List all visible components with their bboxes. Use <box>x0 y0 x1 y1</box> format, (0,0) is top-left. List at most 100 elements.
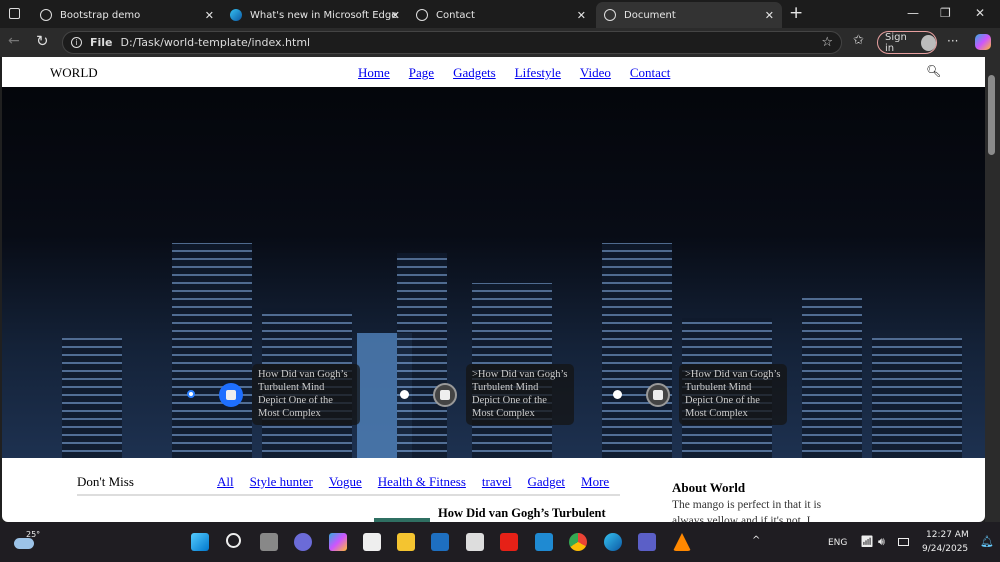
store-icon[interactable] <box>363 533 381 551</box>
category-all[interactable]: All <box>217 474 234 490</box>
minimize-button[interactable]: — <box>907 6 919 20</box>
restore-button[interactable]: ❐ <box>940 6 951 20</box>
building <box>62 338 122 458</box>
building <box>172 243 252 458</box>
article-title[interactable]: How Did van Gogh’s Turbulent <box>438 506 606 521</box>
taskbar: 25° ^ ENG 📶︎ 🔊︎ 12:27 AM 9/24/2025 🔔︎ <box>0 522 1000 562</box>
clock-time[interactable]: 12:27 AM <box>926 530 969 540</box>
more-icon[interactable]: ··· <box>947 34 958 48</box>
avatar <box>921 34 936 51</box>
scrollbar[interactable] <box>985 57 1000 522</box>
teams-icon[interactable] <box>638 533 656 551</box>
nav-contact[interactable]: Contact <box>630 65 670 81</box>
building <box>872 338 962 458</box>
wifi-icon[interactable]: 📶︎ <box>860 535 874 548</box>
slide-caption[interactable]: How Did van Gogh’s Turbulent Mind Depict… <box>252 364 360 425</box>
sign-in-label: Sign in <box>885 31 907 54</box>
tab-title: What's new in Microsoft Edge <box>250 9 398 21</box>
slide-caption[interactable]: >How Did van Gogh’s Turbulent Mind Depic… <box>679 364 787 425</box>
url-field[interactable]: i File D:/Task/world-template/index.html… <box>62 31 842 54</box>
file-explorer-icon[interactable] <box>397 533 415 551</box>
search-icon[interactable]: 🔍︎ <box>926 64 941 79</box>
task-view-icon[interactable] <box>260 533 278 551</box>
tab-actions-icon[interactable] <box>9 8 20 19</box>
new-tab-button[interactable]: + <box>789 3 803 23</box>
tab-title: Contact <box>436 9 475 21</box>
globe-icon <box>40 9 52 21</box>
slide-thumb-button[interactable] <box>219 383 243 407</box>
notification-bell-icon[interactable]: 🔔︎ <box>980 535 994 548</box>
close-icon[interactable]: ✕ <box>765 9 774 22</box>
tab-whats-new-edge[interactable]: What's new in Microsoft Edge ✕ <box>222 2 408 28</box>
nav-links: Home Page Gadgets Lifestyle Video Contac… <box>358 65 670 81</box>
tab-title: Document <box>624 9 676 21</box>
refresh-icon[interactable]: ↻ <box>36 32 49 50</box>
show-hidden-icons[interactable]: ^ <box>752 535 760 546</box>
teams-chat-icon[interactable] <box>294 533 312 551</box>
building <box>602 243 672 458</box>
favorites-icon[interactable]: ✩ <box>853 33 864 48</box>
app-icon[interactable] <box>431 533 449 551</box>
globe-icon <box>604 9 616 21</box>
site-navbar: WORLD Home Page Gadgets Lifestyle Video … <box>2 57 985 87</box>
language-indicator[interactable]: ENG <box>828 538 847 548</box>
snipping-tool-icon[interactable] <box>466 533 484 551</box>
category-travel[interactable]: travel <box>482 474 512 490</box>
category-vogue[interactable]: Vogue <box>329 474 362 490</box>
building <box>802 298 862 458</box>
close-window-button[interactable]: ✕ <box>975 6 985 20</box>
hero-slider: How Did van Gogh’s Turbulent Mind Depict… <box>2 87 985 458</box>
about-text: The mango is perfect in that it is alway… <box>672 499 822 522</box>
slide-indicator[interactable] <box>613 390 622 399</box>
tab-bootstrap-demo[interactable]: Bootstrap demo ✕ <box>32 2 222 28</box>
nav-page[interactable]: Page <box>409 65 434 81</box>
battery-icon[interactable] <box>898 538 909 546</box>
tab-document[interactable]: Document ✕ <box>596 2 782 28</box>
square-icon <box>226 390 236 400</box>
youtube-icon[interactable] <box>500 533 518 551</box>
back-icon[interactable]: ← <box>8 33 20 49</box>
category-gadget[interactable]: Gadget <box>528 474 566 490</box>
copilot-icon[interactable] <box>975 34 991 50</box>
vlc-icon[interactable] <box>673 533 691 551</box>
category-more[interactable]: More <box>581 474 609 490</box>
copilot-icon[interactable] <box>329 533 347 551</box>
scrollbar-thumb[interactable] <box>988 75 995 155</box>
slide-indicator-active[interactable] <box>187 390 195 398</box>
favorite-star-icon[interactable]: ☆ <box>821 35 833 50</box>
close-icon[interactable]: ✕ <box>391 9 400 22</box>
weather-icon[interactable] <box>14 538 34 549</box>
tab-contact[interactable]: Contact ✕ <box>408 2 594 28</box>
close-icon[interactable]: ✕ <box>205 9 214 22</box>
slide-caption[interactable]: >How Did van Gogh’s Turbulent Mind Depic… <box>466 364 574 425</box>
slide-indicator[interactable] <box>400 390 409 399</box>
weather-temp[interactable]: 25° <box>26 530 40 539</box>
vscode-icon[interactable] <box>535 533 553 551</box>
nav-lifestyle[interactable]: Lifestyle <box>515 65 561 81</box>
divider <box>77 494 620 496</box>
web-page: WORLD Home Page Gadgets Lifestyle Video … <box>2 57 985 522</box>
edge-icon[interactable] <box>604 533 622 551</box>
about-title: About World <box>672 480 746 495</box>
slide-thumb-button[interactable] <box>433 383 457 407</box>
volume-icon[interactable]: 🔊︎ <box>878 535 885 549</box>
edge-icon <box>230 9 242 21</box>
nav-video[interactable]: Video <box>580 65 611 81</box>
category-health-fitness[interactable]: Health & Fitness <box>378 474 466 490</box>
category-style-hunter[interactable]: Style hunter <box>250 474 313 490</box>
info-icon: i <box>71 37 82 48</box>
nav-home[interactable]: Home <box>358 65 390 81</box>
clock-date[interactable]: 9/24/2025 <box>922 544 968 554</box>
site-logo[interactable]: WORLD <box>50 65 98 81</box>
category-filters: All Style hunter Vogue Health & Fitness … <box>217 474 609 490</box>
sign-in-button[interactable]: Sign in <box>877 31 937 54</box>
chrome-icon[interactable] <box>569 533 587 551</box>
nav-gadgets[interactable]: Gadgets <box>453 65 496 81</box>
url-text: D:/Task/world-template/index.html <box>120 36 311 49</box>
start-icon[interactable] <box>191 533 209 551</box>
building <box>397 253 447 458</box>
search-icon[interactable] <box>226 533 241 548</box>
tab-bar: Bootstrap demo ✕ What's new in Microsoft … <box>0 0 1000 28</box>
close-icon[interactable]: ✕ <box>577 9 586 22</box>
slide-thumb-button[interactable] <box>646 383 670 407</box>
